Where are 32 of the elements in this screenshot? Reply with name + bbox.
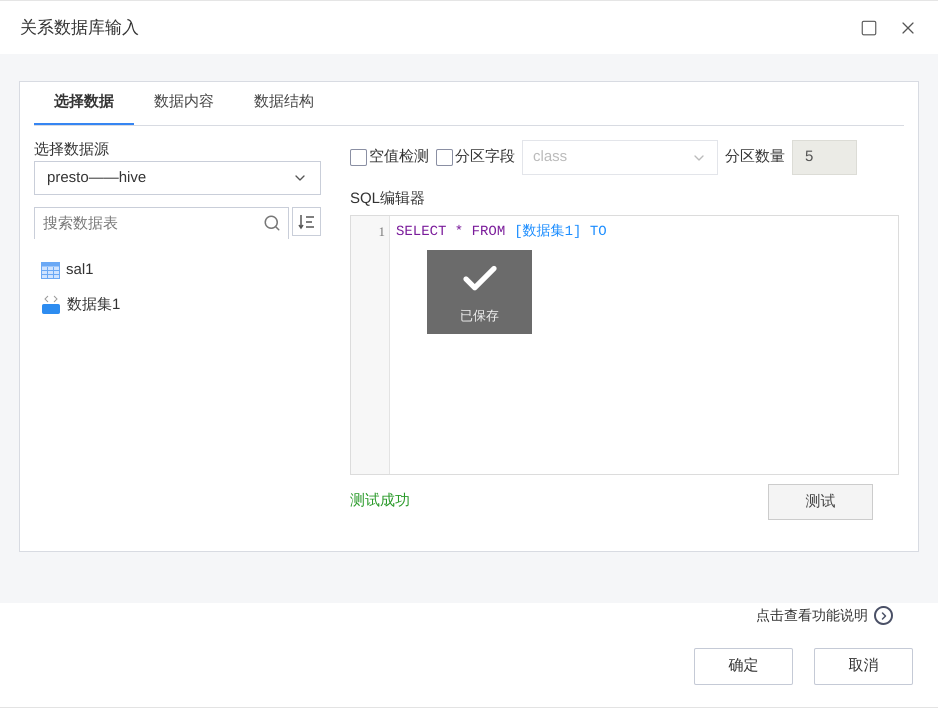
sql-editor[interactable]: 1 SELECT * FROM [数据集1] TO 已保存 — [350, 215, 899, 475]
test-button[interactable]: 测试 — [768, 484, 873, 520]
sort-button[interactable] — [292, 207, 321, 236]
checkbox-label: 分区字段 — [455, 147, 515, 168]
table-icon — [41, 262, 60, 279]
maximize-icon[interactable] — [860, 18, 878, 36]
tab[interactable]: 选择数据 — [34, 81, 134, 125]
dialog-button[interactable]: 取消 — [814, 648, 913, 685]
source-dropdown[interactable]: presto——hive — [34, 161, 321, 195]
search-icon — [263, 214, 281, 232]
help-link[interactable]: 点击查看功能说明 — [756, 605, 893, 626]
dropdown-value: presto——hive — [47, 168, 146, 188]
checkbox[interactable] — [436, 149, 453, 166]
code-line: SELECT * FROM [数据集1] TO — [396, 222, 608, 242]
tab[interactable]: 数据内容 — [134, 81, 234, 125]
sql-file-icon — [41, 294, 61, 315]
line-number: 1 — [378, 223, 385, 241]
partition-count-field[interactable]: 5 — [792, 140, 857, 175]
window-title: 关系数据库输入 — [20, 16, 139, 39]
tab[interactable]: 数据结构 — [234, 81, 334, 125]
editor-label: SQL编辑器 — [350, 189, 426, 209]
field-label: 分区数量 — [725, 147, 785, 168]
saved-toast: 已保存 — [427, 250, 532, 334]
dropdown-placeholder: class — [533, 147, 568, 168]
field-label: 选择数据源 — [34, 140, 110, 160]
search-field[interactable]: 搜索数据表 — [34, 207, 289, 239]
checkbox[interactable] — [350, 149, 367, 166]
dialog-button[interactable]: 确定 — [694, 648, 793, 685]
table-list-item[interactable]: 数据集1 — [41, 294, 321, 316]
checkbox-label: 空值检测 — [369, 147, 429, 168]
table-list-item[interactable]: sal1 — [41, 259, 321, 282]
status-message: 测试成功 — [350, 491, 410, 511]
